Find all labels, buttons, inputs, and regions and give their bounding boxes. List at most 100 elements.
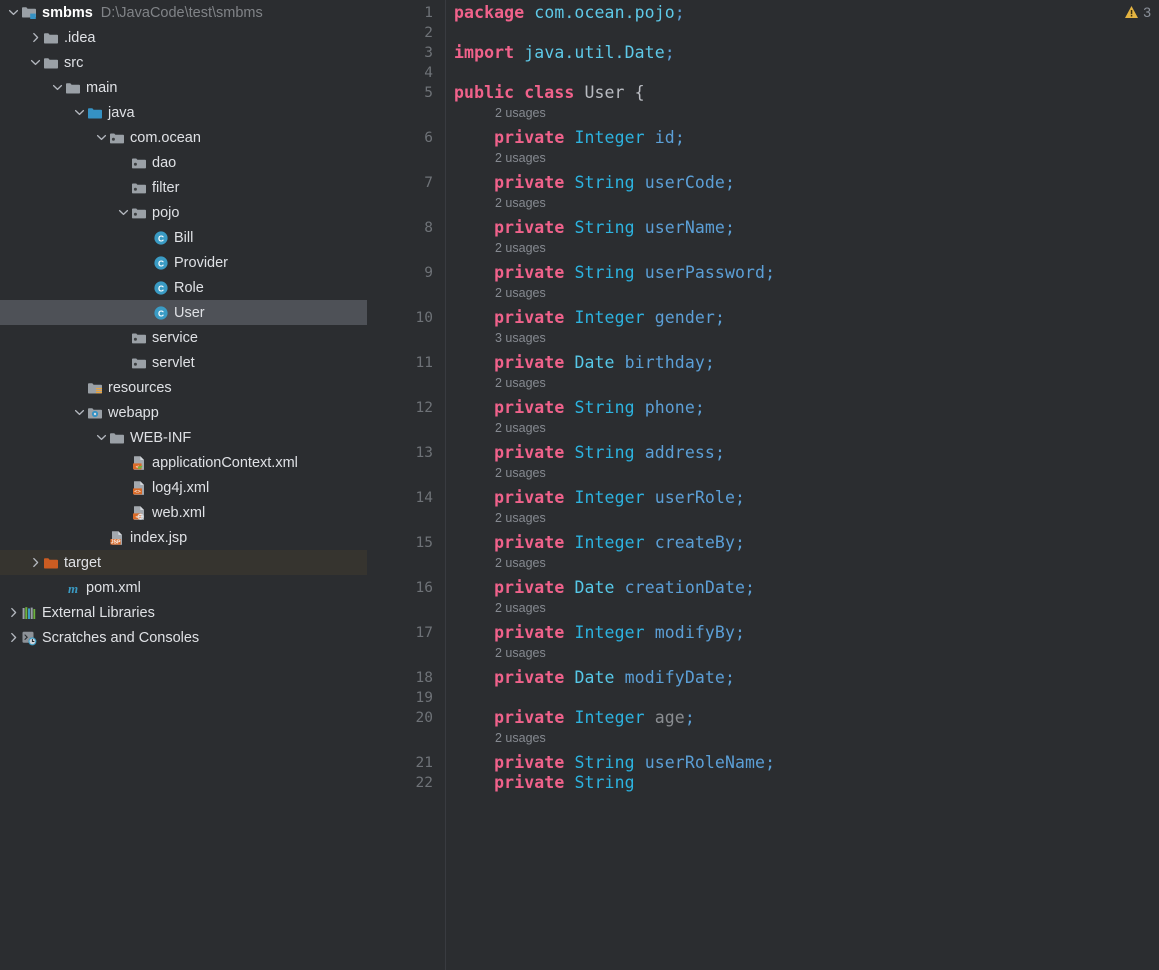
usages-hint[interactable]: 2 usages [495, 105, 546, 121]
usages-hint[interactable]: 3 usages [495, 330, 546, 346]
code-line[interactable]: package com.ocean.pojo; [454, 3, 685, 23]
code-line[interactable]: private String userName; [454, 218, 735, 238]
folder-icon [109, 430, 125, 446]
line-number[interactable]: 19 [373, 688, 433, 708]
line-number[interactable]: 7 [373, 173, 433, 193]
usages-hint[interactable]: 2 usages [495, 600, 546, 616]
chevron-down-icon[interactable] [50, 75, 65, 100]
chevron-right-icon[interactable] [28, 25, 43, 50]
chevron-down-icon[interactable] [72, 100, 87, 125]
line-number[interactable]: 8 [373, 218, 433, 238]
chevron-down-icon[interactable] [94, 425, 109, 450]
tree-item-provider[interactable]: C Provider [0, 250, 367, 275]
tree-item-servlet[interactable]: servlet [0, 350, 367, 375]
usages-hint[interactable]: 2 usages [495, 240, 546, 256]
code-line[interactable]: import java.util.Date; [454, 43, 675, 63]
tree-item-role[interactable]: C Role [0, 275, 367, 300]
line-number[interactable]: 13 [373, 443, 433, 463]
chevron-right-icon[interactable] [6, 625, 21, 650]
tree-item-bill[interactable]: C Bill [0, 225, 367, 250]
tree-item-src[interactable]: src [0, 50, 367, 75]
code-line[interactable]: private Integer modifyBy; [454, 623, 745, 643]
editor-gutter[interactable]: 1 2 3 4 5 6 7 8 9 10 11 12 13 14 15 16 17 18 19 20 21 22 [367, 0, 446, 970]
usages-hint[interactable]: 2 usages [495, 285, 546, 301]
line-number[interactable]: 12 [373, 398, 433, 418]
line-number[interactable]: 1 [373, 3, 433, 23]
usages-hint[interactable]: 2 usages [495, 195, 546, 211]
code-line[interactable]: private String userRoleName; [454, 753, 775, 773]
line-number[interactable]: 17 [373, 623, 433, 643]
usages-hint[interactable]: 2 usages [495, 150, 546, 166]
tree-item-filter[interactable]: filter [0, 175, 367, 200]
line-number[interactable]: 10 [373, 308, 433, 328]
chevron-down-icon[interactable] [94, 125, 109, 150]
tree-item-label: smbms [42, 4, 93, 21]
code-line[interactable]: private Integer id; [454, 128, 685, 148]
tree-item-resources[interactable]: resources [0, 375, 367, 400]
tree-item-index-jsp[interactable]: JSP index.jsp [0, 525, 367, 550]
line-number[interactable]: 5 [373, 83, 433, 103]
tree-item-smbms[interactable]: smbms D:\JavaCode\test\smbms [0, 0, 367, 25]
tree-item-scratches-and-consoles[interactable]: Scratches and Consoles [0, 625, 367, 650]
code-editor[interactable]: 1 2 3 4 5 6 7 8 9 10 11 12 13 14 15 16 17 18 19 20 21 22 pack… [367, 0, 1159, 970]
tree-item-log4j-xml[interactable]: <> log4j.xml [0, 475, 367, 500]
chevron-down-icon[interactable] [116, 200, 131, 225]
tree-item-pom-xml[interactable]: m pom.xml [0, 575, 367, 600]
tree-item-dao[interactable]: dao [0, 150, 367, 175]
chevron-down-icon[interactable] [72, 400, 87, 425]
editor-code-area[interactable]: package com.ocean.pojo; import java.util.… [447, 0, 1159, 970]
line-number[interactable]: 15 [373, 533, 433, 553]
code-line[interactable]: public class User { [454, 83, 645, 103]
tree-item-external-libraries[interactable]: External Libraries [0, 600, 367, 625]
line-number[interactable]: 4 [373, 63, 433, 83]
tree-item-web-xml[interactable]: < web.xml [0, 500, 367, 525]
line-number[interactable]: 14 [373, 488, 433, 508]
code-line[interactable]: private String userPassword; [454, 263, 775, 283]
code-line[interactable]: private String address; [454, 443, 725, 463]
code-line[interactable]: private String [454, 773, 635, 793]
tree-item-main[interactable]: main [0, 75, 367, 100]
line-number[interactable]: 6 [373, 128, 433, 148]
line-number[interactable]: 9 [373, 263, 433, 283]
usages-hint[interactable]: 2 usages [495, 510, 546, 526]
line-number[interactable]: 22 [373, 773, 433, 793]
tree-item-user[interactable]: C User [0, 300, 367, 325]
tree-item-pojo[interactable]: pojo [0, 200, 367, 225]
line-number[interactable]: 3 [373, 43, 433, 63]
tree-item-service[interactable]: service [0, 325, 367, 350]
code-line[interactable]: private Integer gender; [454, 308, 725, 328]
tree-item-com-ocean[interactable]: com.ocean [0, 125, 367, 150]
code-line[interactable]: private Date birthday; [454, 353, 715, 373]
usages-hint[interactable]: 2 usages [495, 375, 546, 391]
line-number[interactable]: 20 [373, 708, 433, 728]
tree-item-web-inf[interactable]: WEB-INF [0, 425, 367, 450]
usages-hint[interactable]: 2 usages [495, 730, 546, 746]
usages-hint[interactable]: 2 usages [495, 420, 546, 436]
tree-item-webapp[interactable]: webapp [0, 400, 367, 425]
inspection-status-widget[interactable]: 3 [1124, 4, 1151, 20]
usages-hint[interactable]: 2 usages [495, 555, 546, 571]
usages-hint[interactable]: 2 usages [495, 645, 546, 661]
chevron-right-icon[interactable] [28, 550, 43, 575]
code-line[interactable]: private Integer userRole; [454, 488, 745, 508]
code-line[interactable]: private String phone; [454, 398, 705, 418]
line-number[interactable]: 11 [373, 353, 433, 373]
code-line[interactable]: private Integer createBy; [454, 533, 745, 553]
project-tool-window[interactable]: smbms D:\JavaCode\test\smbms .idea src main j… [0, 0, 367, 970]
chevron-down-icon[interactable] [6, 0, 21, 25]
tree-item-target[interactable]: target [0, 550, 367, 575]
line-number[interactable]: 2 [373, 23, 433, 43]
code-line[interactable]: private Date modifyDate; [454, 668, 735, 688]
line-number[interactable]: 16 [373, 578, 433, 598]
chevron-down-icon[interactable] [28, 50, 43, 75]
line-number[interactable]: 18 [373, 668, 433, 688]
tree-item-idea[interactable]: .idea [0, 25, 367, 50]
tree-item-applicationcontext-xml[interactable]: < applicationContext.xml [0, 450, 367, 475]
tree-item-java[interactable]: java [0, 100, 367, 125]
usages-hint[interactable]: 2 usages [495, 465, 546, 481]
chevron-right-icon[interactable] [6, 600, 21, 625]
code-line[interactable]: private Date creationDate; [454, 578, 755, 598]
line-number[interactable]: 21 [373, 753, 433, 773]
code-line[interactable]: private String userCode; [454, 173, 735, 193]
code-line[interactable]: private Integer age; [454, 708, 695, 728]
